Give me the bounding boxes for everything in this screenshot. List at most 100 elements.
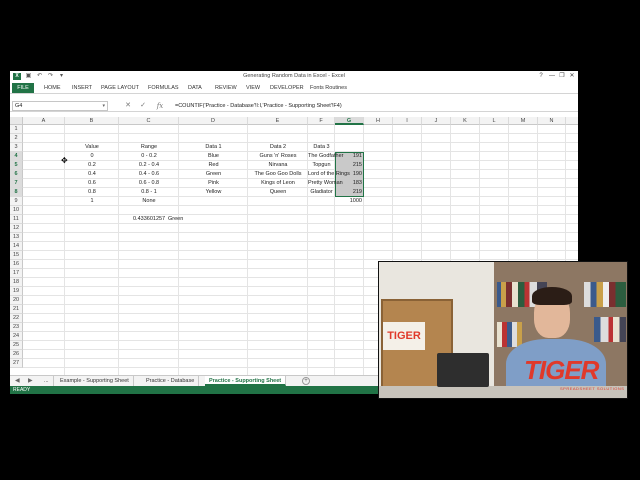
sheet-tab-practice-database[interactable]: Practice - Database bbox=[142, 376, 200, 386]
column-header-a[interactable]: A bbox=[23, 117, 65, 125]
row-header-5[interactable]: 5 bbox=[10, 161, 23, 170]
row-header-26[interactable]: 26 bbox=[10, 350, 23, 359]
close-button[interactable]: ✕ bbox=[568, 72, 576, 80]
table-cell[interactable]: 0.2 - 0.4 bbox=[119, 161, 179, 170]
count-cell[interactable]: 191 bbox=[335, 152, 364, 161]
table-cell[interactable]: 0 - 0.2 bbox=[119, 152, 179, 161]
column-header-g[interactable]: G bbox=[335, 117, 364, 125]
table-cell[interactable]: Green bbox=[179, 170, 248, 179]
table-cell[interactable]: Queen bbox=[248, 188, 308, 197]
table-cell[interactable]: Blue bbox=[179, 152, 248, 161]
sheet-tab-more[interactable]: ... bbox=[40, 376, 54, 386]
tab-developer[interactable]: DEVELOPER bbox=[270, 83, 304, 93]
table-cell[interactable]: Pretty Woman bbox=[308, 179, 343, 188]
column-header-n[interactable]: N bbox=[538, 117, 566, 125]
sheet-nav-next-icon[interactable]: ▶ bbox=[28, 377, 33, 386]
row-header-27[interactable]: 27 bbox=[10, 359, 23, 368]
column-header-l[interactable]: L bbox=[480, 117, 509, 125]
formula-input[interactable]: =COUNTIF('Practice - Database'!I:I,'Prac… bbox=[175, 101, 575, 111]
table-cell[interactable]: The Godfather bbox=[308, 152, 343, 161]
row-header-22[interactable]: 22 bbox=[10, 314, 23, 323]
column-header-f[interactable]: F bbox=[308, 117, 335, 125]
row-header-3[interactable]: 3 bbox=[10, 143, 23, 152]
row-header-12[interactable]: 12 bbox=[10, 224, 23, 233]
row-header-18[interactable]: 18 bbox=[10, 278, 23, 287]
header-cell[interactable]: Data 3 bbox=[308, 143, 335, 152]
column-header-k[interactable]: K bbox=[451, 117, 480, 125]
add-sheet-button[interactable]: + bbox=[302, 377, 310, 385]
table-cell[interactable]: Red bbox=[179, 161, 248, 170]
row-header-10[interactable]: 10 bbox=[10, 206, 23, 215]
tab-file[interactable]: FILE bbox=[12, 83, 34, 93]
row-header-4[interactable]: 4 bbox=[10, 152, 23, 161]
row-header-9[interactable]: 9 bbox=[10, 197, 23, 206]
row-header-15[interactable]: 15 bbox=[10, 251, 23, 260]
row-header-21[interactable]: 21 bbox=[10, 305, 23, 314]
table-cell[interactable]: Yellow bbox=[179, 188, 248, 197]
column-header-o[interactable]: O bbox=[566, 117, 578, 125]
tab-data[interactable]: DATA bbox=[188, 83, 202, 93]
header-cell[interactable]: Data 2 bbox=[248, 143, 308, 152]
name-box[interactable]: G4 ▾ bbox=[12, 101, 108, 111]
column-header-c[interactable]: C bbox=[119, 117, 179, 125]
cancel-icon[interactable]: ✕ bbox=[123, 101, 133, 111]
lookup-result-cell[interactable]: Green bbox=[166, 215, 196, 224]
row-header-7[interactable]: 7 bbox=[10, 179, 23, 188]
row-header-13[interactable]: 13 bbox=[10, 233, 23, 242]
count-cell[interactable]: 219 bbox=[335, 188, 364, 197]
table-cell[interactable]: Guns 'n' Roses bbox=[248, 152, 308, 161]
table-cell[interactable]: Pink bbox=[179, 179, 248, 188]
table-cell[interactable]: 0.2 bbox=[65, 161, 119, 170]
column-header-h[interactable]: H bbox=[364, 117, 393, 125]
table-cell[interactable]: 0.6 bbox=[65, 179, 119, 188]
tab-insert[interactable]: INSERT bbox=[72, 83, 92, 93]
row-header-25[interactable]: 25 bbox=[10, 341, 23, 350]
header-cell[interactable]: Range bbox=[119, 143, 179, 152]
table-cell[interactable]: None bbox=[119, 197, 179, 206]
row-header-1[interactable]: 1 bbox=[10, 125, 23, 134]
column-header-b[interactable]: B bbox=[65, 117, 119, 125]
row-header-23[interactable]: 23 bbox=[10, 323, 23, 332]
table-cell[interactable]: The Goo Goo Dolls bbox=[248, 170, 308, 179]
table-cell[interactable]: 0.4 - 0.6 bbox=[119, 170, 179, 179]
sheet-tab-practice-supporting[interactable]: Practice - Supporting Sheet bbox=[205, 376, 287, 386]
table-cell[interactable]: 0.6 - 0.8 bbox=[119, 179, 179, 188]
row-header-19[interactable]: 19 bbox=[10, 287, 23, 296]
tab-home[interactable]: HOME bbox=[44, 83, 61, 93]
column-header-d[interactable]: D bbox=[179, 117, 248, 125]
table-cell[interactable]: 1 bbox=[65, 197, 119, 206]
row-header-17[interactable]: 17 bbox=[10, 269, 23, 278]
minimize-button[interactable]: — bbox=[548, 72, 556, 80]
total-cell[interactable]: 1000 bbox=[335, 197, 364, 206]
row-header-8[interactable]: 8 bbox=[10, 188, 23, 197]
tab-page-layout[interactable]: PAGE LAYOUT bbox=[101, 83, 139, 93]
sheet-nav-prev-icon[interactable]: ◀ bbox=[15, 377, 20, 386]
table-cell[interactable]: 0.8 bbox=[65, 188, 119, 197]
count-cell[interactable]: 215 bbox=[335, 161, 364, 170]
enter-icon[interactable]: ✓ bbox=[138, 101, 148, 111]
row-header-11[interactable]: 11 bbox=[10, 215, 23, 224]
select-all-corner[interactable] bbox=[10, 117, 23, 125]
insert-function-icon[interactable]: fx bbox=[155, 101, 165, 111]
row-header-16[interactable]: 16 bbox=[10, 260, 23, 269]
row-header-20[interactable]: 20 bbox=[10, 296, 23, 305]
tab-formulas[interactable]: FORMULAS bbox=[148, 83, 179, 93]
chevron-down-icon[interactable]: ▾ bbox=[102, 102, 105, 110]
tab-view[interactable]: VIEW bbox=[246, 83, 260, 93]
count-cell[interactable]: 183 bbox=[335, 179, 364, 188]
table-cell[interactable]: Topgun bbox=[308, 161, 335, 170]
row-header-6[interactable]: 6 bbox=[10, 170, 23, 179]
help-button[interactable]: ? bbox=[537, 72, 545, 80]
header-cell[interactable]: Data 1 bbox=[179, 143, 248, 152]
tab-review[interactable]: REVIEW bbox=[215, 83, 237, 93]
table-cell[interactable]: Gladiator bbox=[308, 188, 335, 197]
table-cell[interactable]: 0.8 - 1 bbox=[119, 188, 179, 197]
table-cell[interactable]: 0.4 bbox=[65, 170, 119, 179]
table-cell[interactable]: Nirvana bbox=[248, 161, 308, 170]
column-header-m[interactable]: M bbox=[509, 117, 538, 125]
column-header-e[interactable]: E bbox=[248, 117, 308, 125]
restore-button[interactable]: ❐ bbox=[558, 72, 566, 80]
table-cell[interactable]: Lord of the Rings bbox=[308, 170, 350, 179]
row-header-24[interactable]: 24 bbox=[10, 332, 23, 341]
column-header-j[interactable]: J bbox=[422, 117, 451, 125]
